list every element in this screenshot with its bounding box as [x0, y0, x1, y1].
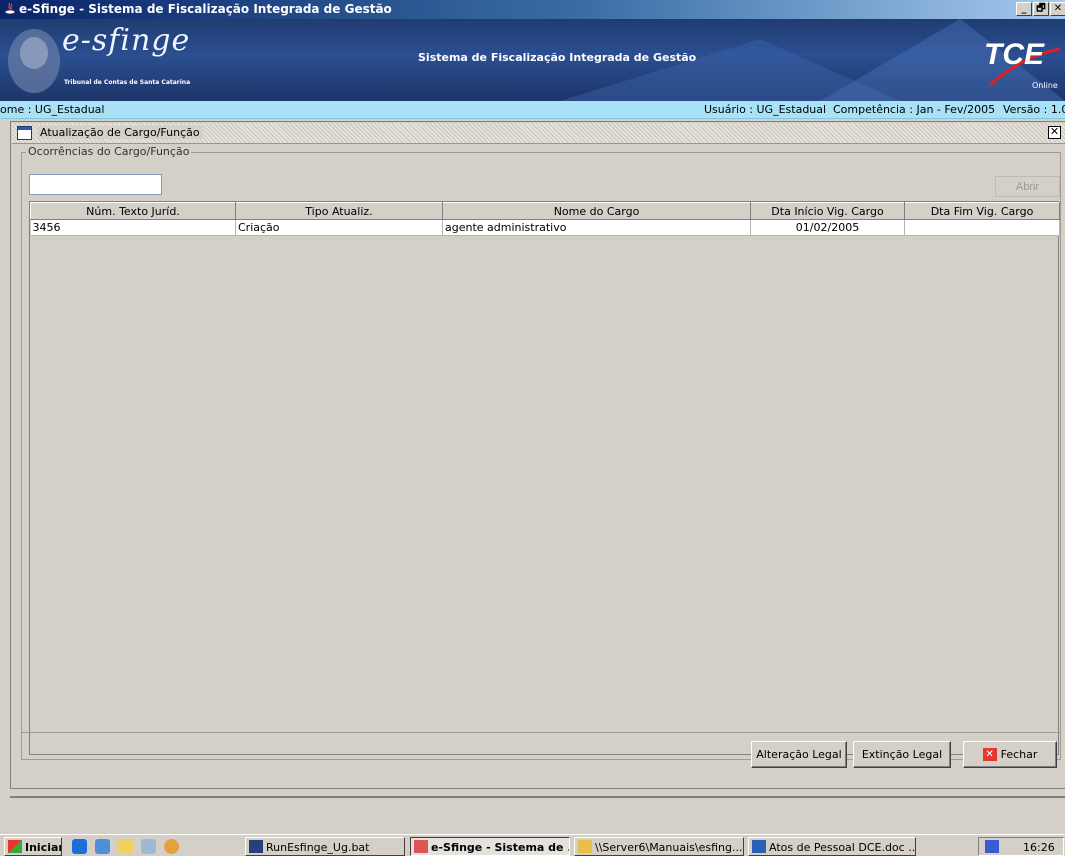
explorer-icon[interactable]: [141, 839, 156, 854]
system-title: Sistema de Fiscalização Integrada de Ges…: [418, 51, 697, 64]
taskbar: Iniciar RunEsfinge_Ug.bat e-Sfinge - Sis…: [0, 834, 1065, 856]
column-header[interactable]: Núm. Texto Juríd.: [30, 202, 236, 220]
windows-logo-icon: [8, 840, 22, 853]
window-icon: [17, 126, 32, 140]
close-frame-button[interactable]: ✕: [1048, 126, 1061, 139]
alteracao-legal-label: Alteração Legal: [756, 748, 842, 761]
desktop-icon[interactable]: [118, 839, 133, 854]
occurrences-group: Ocorrências do Cargo/Função Abrir Núm. T…: [21, 145, 1061, 760]
task-esfinge[interactable]: e-Sfinge - Sistema de ...: [410, 837, 570, 856]
cell-dta-fim: [904, 219, 1060, 236]
clock: 16:26: [1023, 841, 1055, 854]
column-header[interactable]: Dta Início Vig. Cargo: [750, 202, 905, 220]
extincao-legal-button[interactable]: Extinção Legal: [853, 741, 951, 768]
usuario-label: Usuário : UG_Estadual: [704, 103, 827, 116]
folder-search-icon: [578, 840, 592, 853]
system-tray: 16:26: [978, 837, 1064, 856]
competencia-label: Competência : Jan - Fev/2005: [833, 103, 996, 116]
batch-file-icon: [249, 840, 263, 853]
alteracao-legal-button[interactable]: Alteração Legal: [751, 741, 847, 768]
column-header[interactable]: Nome do Cargo: [442, 202, 751, 220]
action-button-bar: Alteração Legal Extinção Legal ✕ Fechar: [21, 732, 1061, 772]
antivirus-icon[interactable]: [985, 840, 999, 853]
versao-label: Versão : 1.0: [1003, 103, 1065, 116]
task-runesfinge[interactable]: RunEsfinge_Ug.bat: [245, 837, 405, 856]
session-infobar: ome : UG_Estadual Usuário : UG_Estadual …: [0, 101, 1065, 119]
task-word-doc[interactable]: Atos de Pessoal DCE.doc ...: [748, 837, 916, 856]
frame-title: Atualização de Cargo/Função: [38, 126, 203, 139]
task-label: RunEsfinge_Ug.bat: [266, 841, 370, 854]
start-label: Iniciar: [25, 841, 62, 854]
column-header[interactable]: Dta Fim Vig. Cargo: [904, 202, 1060, 220]
frame-titlebar[interactable]: Atualização de Cargo/Função ✕: [12, 123, 1065, 144]
tce-online-label: Online: [1032, 81, 1058, 90]
outlook-icon[interactable]: [95, 839, 110, 854]
occurrences-table[interactable]: Núm. Texto Juríd. Tipo Atualiz. Nome do …: [29, 201, 1060, 755]
minimize-button[interactable]: _: [1016, 2, 1032, 16]
cell-tipo-atualiz: Criação: [235, 219, 443, 236]
internal-frame: Atualização de Cargo/Função ✕ Ocorrência…: [10, 121, 1065, 789]
group-legend: Ocorrências do Cargo/Função: [26, 145, 192, 158]
fechar-label: Fechar: [1000, 747, 1038, 761]
cell-nome-cargo: agente administrativo: [442, 219, 751, 236]
open-button[interactable]: Abrir: [995, 176, 1060, 197]
java-icon: [4, 2, 16, 15]
app-banner: e-sfinge Tribunal de Contas de Santa Cat…: [0, 19, 1065, 101]
word-icon: [752, 840, 766, 853]
nome-label: ome : UG_Estadual: [0, 103, 105, 116]
media-player-icon[interactable]: [164, 839, 179, 854]
fechar-button[interactable]: ✕ Fechar: [963, 741, 1057, 768]
column-header[interactable]: Tipo Atualiz.: [235, 202, 443, 220]
tce-logo: TCE: [984, 38, 1044, 71]
cell-dta-inicio: 01/02/2005: [750, 219, 905, 236]
start-button[interactable]: Iniciar: [4, 837, 62, 856]
extincao-legal-label: Extinção Legal: [861, 748, 943, 761]
table-row[interactable]: 3456 Criação agente administrativo 01/02…: [30, 219, 1060, 236]
logo-subtitle: Tribunal de Contas de Santa Catarina: [64, 79, 191, 86]
table-header-row: Núm. Texto Juríd. Tipo Atualiz. Nome do …: [30, 202, 1060, 220]
task-explorer-folder[interactable]: \\Server6\Manuais\esfing...: [574, 837, 744, 856]
task-label: e-Sfinge - Sistema de ...: [431, 841, 570, 854]
esfinge-logo: e-sfinge: [62, 23, 191, 58]
close-icon: ✕: [982, 748, 997, 762]
java-icon: [414, 840, 428, 853]
maximize-button[interactable]: 🗗: [1033, 2, 1049, 16]
close-window-button[interactable]: ✕: [1050, 2, 1065, 16]
task-label: Atos de Pessoal DCE.doc ...: [769, 841, 916, 854]
window-title: e-Sfinge - Sistema de Fiscalização Integ…: [19, 2, 392, 16]
cell-num-texto: 3456: [30, 219, 236, 236]
window-titlebar[interactable]: e-Sfinge - Sistema de Fiscalização Integ…: [0, 0, 1065, 19]
ie-icon[interactable]: [72, 839, 87, 854]
filter-input[interactable]: [29, 174, 162, 195]
task-label: \\Server6\Manuais\esfing...: [595, 841, 743, 854]
status-bar: [10, 796, 1065, 828]
